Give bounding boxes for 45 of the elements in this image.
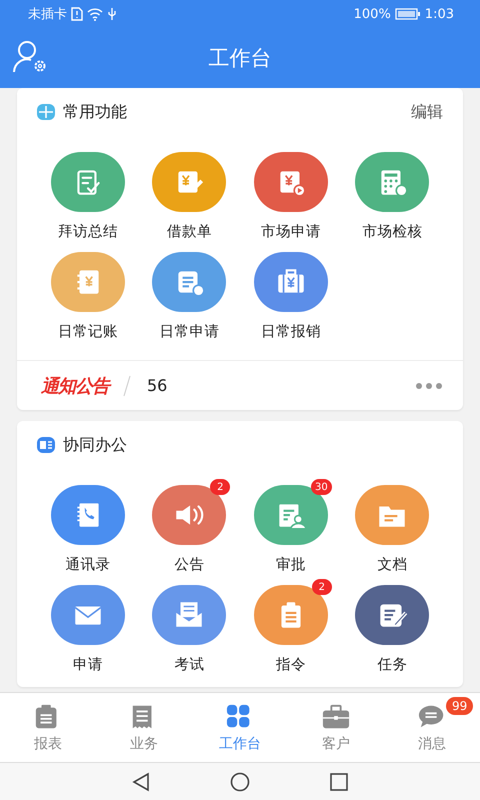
shortcut-label: 日常记账 [58, 323, 118, 342]
shortcut-label: 日常申请 [159, 323, 220, 342]
recents-icon[interactable] [330, 772, 348, 790]
page-title: 工作台 [208, 45, 272, 72]
notice-count: 56 [147, 376, 168, 395]
tab-item[interactable]: 客户 [288, 693, 384, 762]
sim-card-icon [71, 7, 83, 21]
shortcut-label: 指令 [276, 656, 306, 675]
tab-item[interactable]: 消息 99 [384, 693, 480, 762]
tab-item[interactable]: 工作台 [192, 693, 288, 762]
shortcut-label: 申请 [72, 656, 103, 675]
shortcut-label: 通讯录 [65, 556, 110, 575]
shortcut-label: 市场检核 [362, 222, 422, 242]
shortcut-label: 借款单 [166, 223, 212, 242]
usb-icon [107, 7, 117, 21]
slash-divider [123, 374, 131, 396]
section-title: 常用功能 [63, 102, 127, 122]
user-settings-icon[interactable] [12, 40, 48, 74]
wifi-icon [87, 8, 103, 20]
shortcut-label: 公告 [174, 556, 204, 575]
count-badge: 99 [446, 697, 474, 715]
count-badge: 2 [210, 479, 230, 495]
battery-icon [394, 8, 421, 20]
carrier-text: 未插卡 [28, 6, 67, 23]
tab-item[interactable]: 报表 [0, 693, 96, 762]
back-icon[interactable] [132, 772, 150, 792]
briefcase-icon [321, 702, 351, 730]
notice-title: 通知公告 [41, 374, 109, 398]
time-text: 1:03 [424, 6, 454, 22]
tab-item[interactable]: 业务 [96, 693, 192, 762]
home-icon[interactable] [230, 772, 250, 792]
edit-button[interactable]: 编辑 [411, 102, 443, 122]
section-title: 协同办公 [63, 434, 127, 456]
shortcut-label: 拜访总结 [58, 222, 118, 242]
count-badge: 30 [311, 479, 332, 495]
more-icon[interactable] [415, 382, 443, 390]
shortcut-label: 文档 [377, 556, 408, 575]
shortcut-label: 考试 [174, 656, 204, 675]
shortcut-label: 日常报销 [260, 323, 321, 342]
shortcut-label: 审批 [276, 556, 306, 575]
shortcut-label: 市场申请 [260, 222, 321, 242]
count-badge: 2 [312, 579, 332, 595]
shortcut-label: 任务 [377, 656, 408, 675]
book-icon [37, 437, 55, 453]
battery-text: 100% [354, 6, 391, 22]
